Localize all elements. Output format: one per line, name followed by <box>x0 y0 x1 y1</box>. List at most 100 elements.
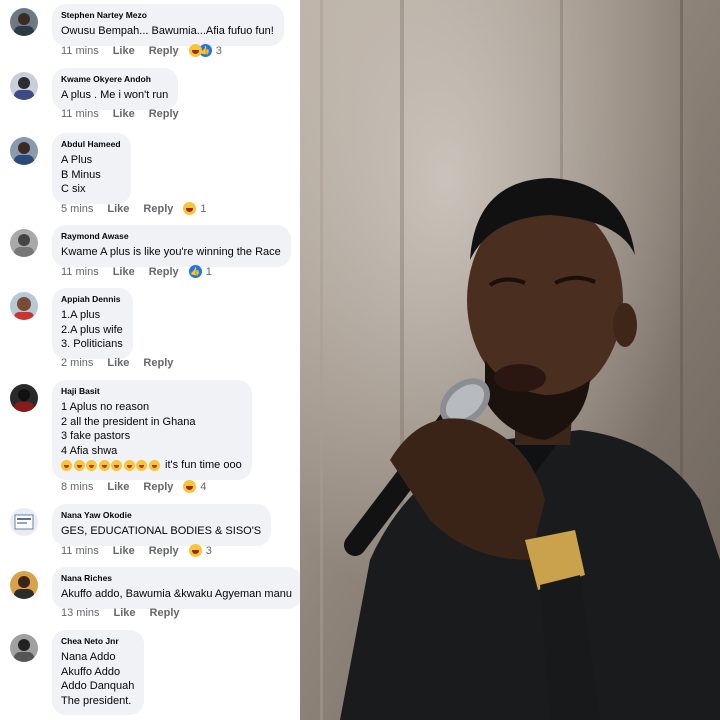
like-button[interactable]: Like <box>113 545 135 557</box>
comment-text: Kwame A plus is like you're winning the … <box>61 246 281 258</box>
comment-bubble: Chea Neto Jnr Nana Addo Akuffo Addo Addo… <box>52 630 145 715</box>
laughing-emoji-icon <box>136 459 147 471</box>
comment-text: 1.A plus <box>61 309 101 321</box>
haha-icon <box>183 202 197 215</box>
reply-button[interactable]: Reply <box>149 108 179 120</box>
reply-button[interactable]: Reply <box>149 266 179 278</box>
comment-meta: 11 mins Like Reply 3 <box>52 544 212 557</box>
reaction-count: 3 <box>205 544 212 557</box>
comment-text: 3. Politicians <box>61 338 123 350</box>
comment-text: A Plus <box>61 154 93 166</box>
comment-item: Raymond Awase Kwame A plus is like you'r… <box>8 225 298 285</box>
avatar[interactable] <box>10 634 38 662</box>
comment-item: Abdul Hameed A Plus B Minus C six 5 mins… <box>8 133 298 219</box>
haha-icon <box>188 44 202 57</box>
comment-author[interactable]: Chea Neto Jnr <box>61 636 134 646</box>
reply-button[interactable]: Reply <box>150 607 180 619</box>
comment-bubble: Haji Basit 1 Aplus no reason 2 all the p… <box>52 380 252 480</box>
avatar[interactable] <box>10 72 38 100</box>
comment-author[interactable]: Stephen Nartey Mezo <box>61 10 274 20</box>
comment-bubble: Abdul Hameed A Plus B Minus C six <box>52 133 131 204</box>
comment-bubble: Nana Riches Akuffo addo, Bawumia &kwaku … <box>52 567 302 609</box>
laughing-emoji-icon <box>86 459 97 471</box>
like-button[interactable]: Like <box>107 481 129 493</box>
comment-text: it's fun time ooo <box>165 459 242 471</box>
avatar[interactable] <box>10 384 38 412</box>
comment-item: Nana Riches Akuffo addo, Bawumia &kwaku … <box>8 567 302 627</box>
comment-item: Chea Neto Jnr Nana Addo Akuffo Addo Addo… <box>8 630 298 718</box>
avatar[interactable] <box>10 137 38 165</box>
reply-button[interactable]: Reply <box>143 481 173 493</box>
comment-meta: 11 mins Like Reply 👍 1 <box>52 265 212 278</box>
comment-text: 3 fake pastors <box>61 430 131 442</box>
like-button[interactable]: Like <box>107 203 129 215</box>
reaction-summary[interactable]: 4 <box>183 480 207 493</box>
comment-text: Akuffo Addo <box>61 665 121 678</box>
avatar[interactable] <box>10 229 38 257</box>
comment-text: B Minus <box>61 168 101 181</box>
like-button[interactable]: Like <box>113 266 135 278</box>
comment-bubble: Kwame Okyere Andoh A plus . Me i won't r… <box>52 68 179 110</box>
comment-text: Nana Addo <box>61 651 116 663</box>
comment-text: GES, EDUCATIONAL BODIES & SISO'S <box>61 525 262 537</box>
haha-icon <box>183 480 197 493</box>
like-button[interactable]: Like <box>114 607 136 619</box>
comment-time[interactable]: 2 mins <box>61 357 93 369</box>
comment-text: 4 Afia shwa <box>61 444 118 457</box>
comment-meta: 13 mins Like Reply <box>52 607 194 619</box>
comment-meta: 11 mins Like Reply 👍 3 <box>52 44 222 57</box>
avatar[interactable] <box>10 8 38 36</box>
comment-bubble: Raymond Awase Kwame A plus is like you'r… <box>52 225 291 267</box>
reply-button[interactable]: Reply <box>149 45 179 57</box>
photo-illustration <box>300 0 720 720</box>
reply-button[interactable]: Reply <box>149 545 179 557</box>
reaction-count: 4 <box>200 480 207 493</box>
comment-text: 2.A plus wife <box>61 323 123 336</box>
comment-item: Nana Yaw Okodie GES, EDUCATIONAL BODIES … <box>8 504 298 564</box>
comment-author[interactable]: Raymond Awase <box>61 231 281 241</box>
laughing-emoji-icon <box>148 459 160 471</box>
comment-author[interactable]: Kwame Okyere Andoh <box>61 74 168 84</box>
laughing-emoji-icon <box>123 459 135 471</box>
reaction-summary[interactable]: 👍 1 <box>188 265 212 278</box>
comment-text: Addo Danquah <box>61 680 135 692</box>
like-button[interactable]: Like <box>107 357 129 369</box>
like-button[interactable]: Like <box>113 108 135 120</box>
comment-author[interactable]: Appiah Dennis <box>61 294 123 304</box>
avatar[interactable] <box>10 571 38 599</box>
comment-author[interactable]: Abdul Hameed <box>61 139 121 149</box>
comment-time[interactable]: 13 mins <box>61 607 100 619</box>
reaction-count: 1 <box>200 202 207 215</box>
like-button[interactable]: Like <box>113 45 135 57</box>
reaction-summary[interactable]: 3 <box>188 544 212 557</box>
comment-time[interactable]: 5 mins <box>61 203 93 215</box>
comment-bubble: Stephen Nartey Mezo Owusu Bempah... Bawu… <box>52 4 284 46</box>
comment-time[interactable]: 8 mins <box>61 481 93 493</box>
comment-meta: 11 mins Like Reply <box>52 108 193 120</box>
comment-author[interactable]: Nana Yaw Okodie <box>61 510 261 520</box>
reaction-summary[interactable]: 👍 3 <box>188 44 222 57</box>
comment-time[interactable]: 11 mins <box>61 545 99 557</box>
comment-text: C six <box>61 183 86 195</box>
comment-time[interactable]: 11 mins <box>61 45 99 57</box>
comment-time[interactable]: 11 mins <box>61 108 99 120</box>
reaction-summary[interactable]: 1 <box>183 202 207 215</box>
avatar[interactable] <box>10 508 38 536</box>
avatar[interactable] <box>10 292 38 320</box>
comment-author[interactable]: Nana Riches <box>61 573 292 583</box>
comment-text: The president. <box>61 694 132 707</box>
comment-author[interactable]: Haji Basit <box>61 386 242 396</box>
comment-item: Haji Basit 1 Aplus no reason 2 all the p… <box>8 380 298 496</box>
comment-text: 2 all the president in Ghana <box>61 415 196 428</box>
reply-button[interactable]: Reply <box>143 203 173 215</box>
laughing-emoji-icon <box>61 459 72 471</box>
reply-button[interactable]: Reply <box>143 357 173 369</box>
like-icon: 👍 <box>188 265 202 278</box>
haha-icon <box>188 544 202 557</box>
comment-time[interactable]: 11 mins <box>61 266 99 278</box>
laughing-emoji-icon <box>98 459 110 471</box>
comment-text: Akuffo addo, Bawumia &kwaku Agyeman manu <box>61 588 292 600</box>
comment-text: 1 Aplus no reason <box>61 401 150 413</box>
comment-meta: 2 mins Like Reply <box>52 357 187 369</box>
laughing-emoji-icon <box>73 459 85 471</box>
